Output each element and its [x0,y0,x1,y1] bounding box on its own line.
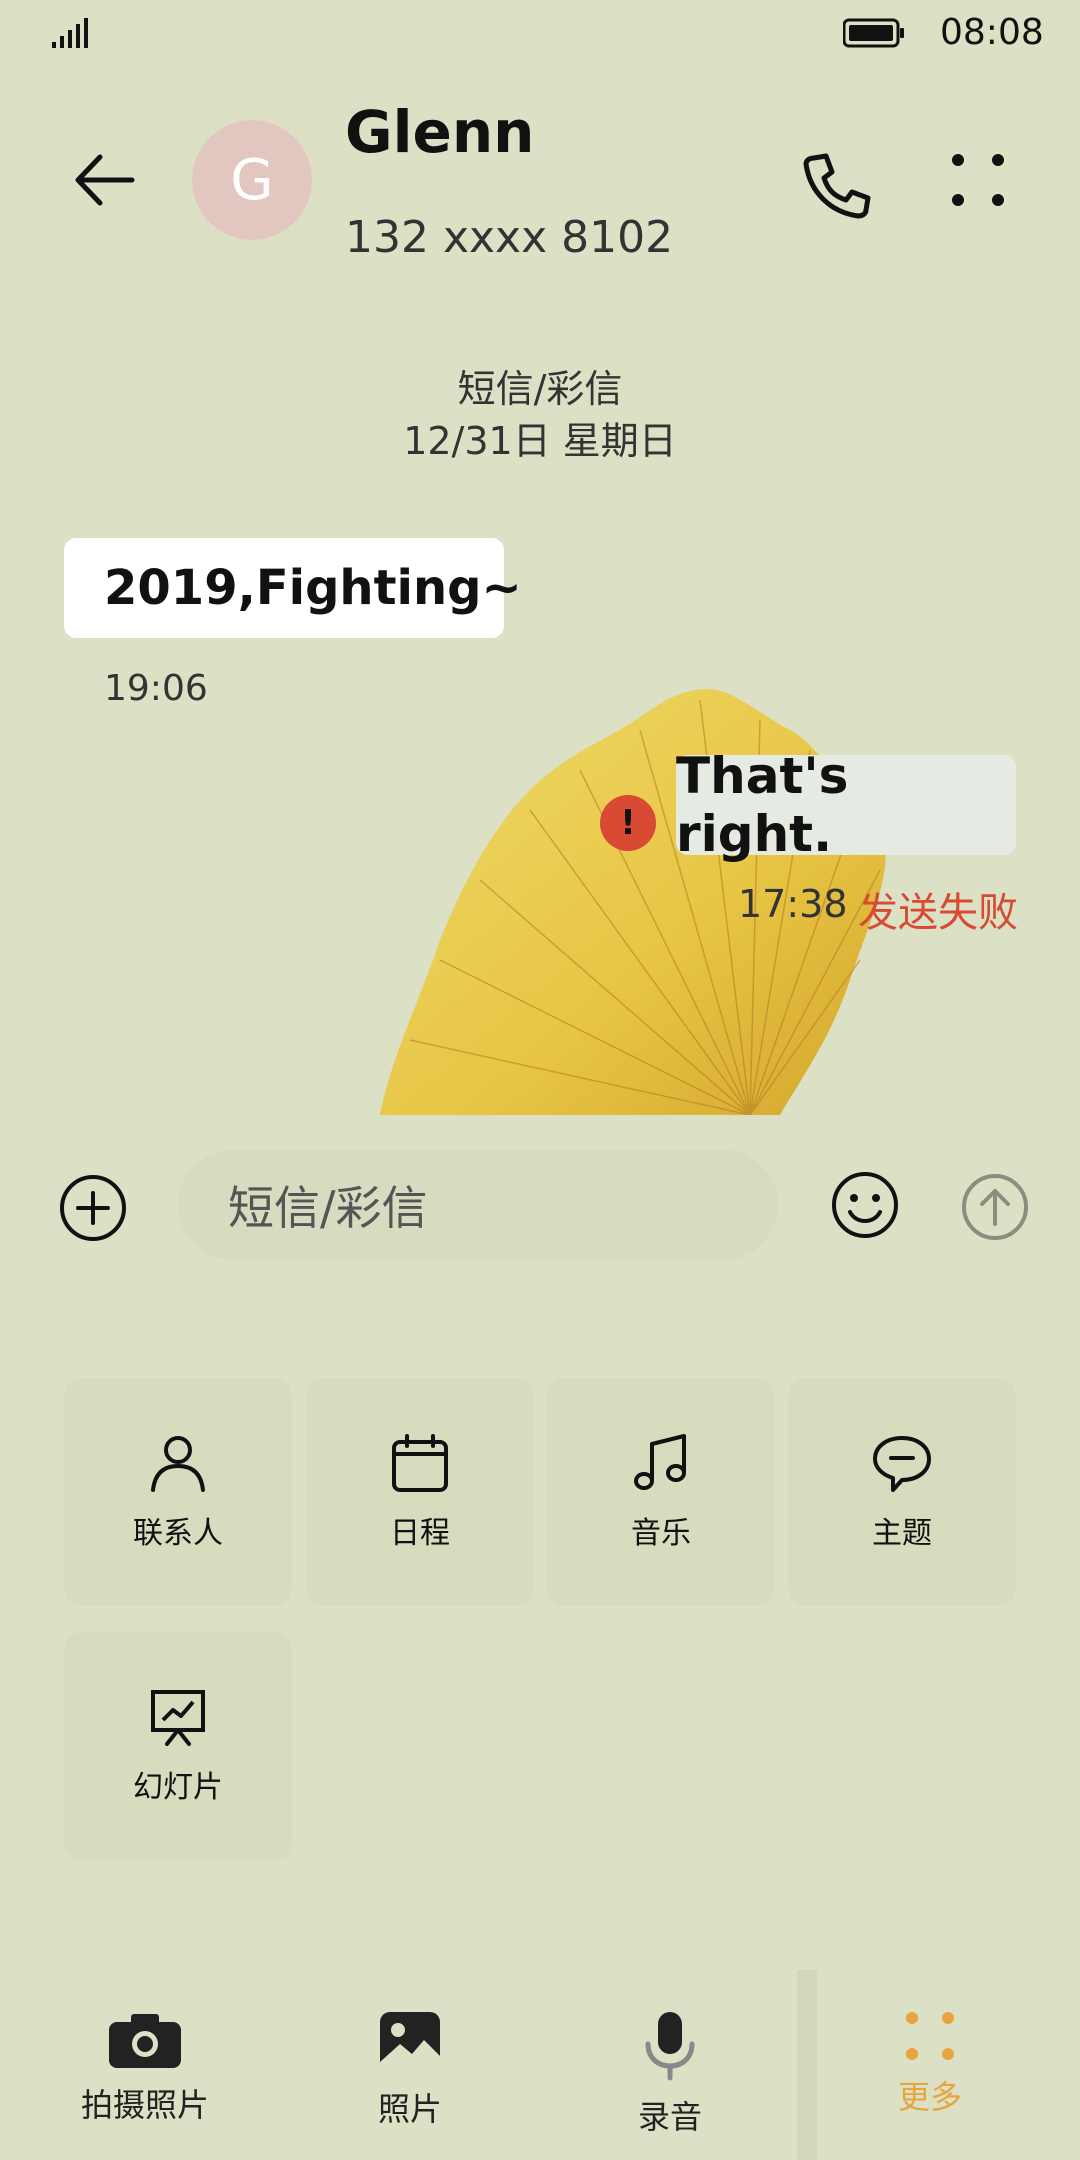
camera-icon [109,2014,181,2068]
record-audio-label: 录音 [637,2098,702,2136]
record-audio-button[interactable]: 录音 [590,2010,750,2138]
chat-bubble-icon [873,1436,931,1492]
attach-contact-button[interactable]: 联系人 [64,1378,292,1606]
microphone-icon [645,2012,695,2081]
camera-button[interactable]: 拍摄照片 [60,2010,230,2126]
attach-music-button[interactable]: 音乐 [547,1378,775,1606]
incoming-message-time: 19:06 [104,668,208,709]
attach-calendar-label: 日程 [390,1516,450,1551]
conversation-date: 12/31日 星期日 [403,419,677,463]
attach-theme-button[interactable]: 主题 [788,1378,1016,1606]
photos-label: 照片 [377,2090,442,2128]
incoming-message-bubble[interactable]: 2019,Fighting~ [64,538,522,638]
music-icon [634,1434,686,1490]
attach-contact-label: 联系人 [133,1516,223,1551]
emoji-icon[interactable] [830,1170,900,1240]
message-input[interactable]: 短信/彩信 [178,1150,778,1260]
more-button[interactable]: 更多 [850,2010,1010,2118]
camera-label: 拍摄照片 [80,2086,209,2124]
bottom-bar-divider [797,1970,817,2160]
avatar[interactable]: G [192,120,312,240]
signal-icon [52,18,88,48]
photos-button[interactable]: 照片 [330,2010,490,2130]
contact-number: 132 xxxx 8102 [345,212,674,263]
send-error-icon[interactable]: ! [600,795,656,851]
send-arrow-icon[interactable] [960,1172,1030,1242]
calendar-icon [392,1434,448,1492]
back-arrow-icon[interactable] [70,145,140,215]
status-time: 08:08 [940,12,1044,53]
more-dots-icon [906,2012,954,2060]
battery-icon [843,18,904,48]
more-label: 更多 [897,2078,962,2116]
send-failed-status: 发送失败 [858,890,1018,936]
more-options-icon[interactable] [950,152,1006,208]
phone-icon[interactable] [800,150,872,222]
outgoing-message-bubble[interactable]: That's right. [676,747,1016,863]
attach-slideshow-label: 幻灯片 [133,1770,223,1805]
image-icon [380,2012,440,2072]
add-circle-icon[interactable] [58,1173,128,1243]
contact-name: Glenn [345,98,535,166]
slideshow-icon [151,1690,205,1746]
attach-calendar-button[interactable]: 日程 [306,1378,534,1606]
outgoing-message-time: 17:38 [738,882,848,926]
attach-slideshow-button[interactable]: 幻灯片 [64,1632,292,1860]
conversation-type: 短信/彩信 [457,367,623,411]
person-icon [151,1436,205,1492]
attach-music-label: 音乐 [631,1516,691,1551]
attach-theme-label: 主题 [872,1516,932,1551]
